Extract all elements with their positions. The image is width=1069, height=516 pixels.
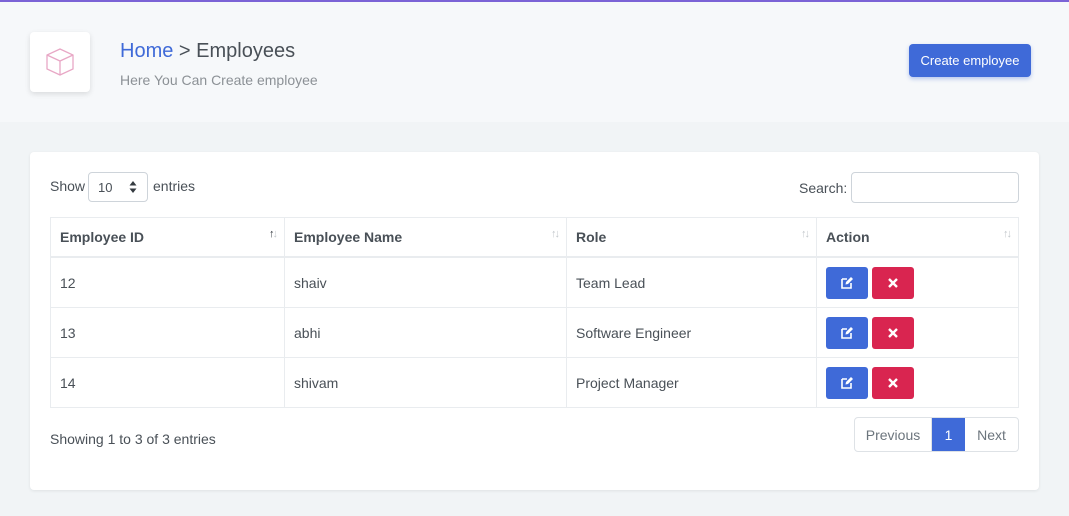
page-length-value: 10: [98, 180, 113, 195]
employee-role-cell: Software Engineer: [566, 307, 817, 358]
sort-icon: ↑↓: [1003, 228, 1012, 240]
delete-button[interactable]: [872, 266, 914, 299]
close-icon: [888, 327, 898, 338]
close-icon: [888, 277, 898, 288]
employee-name-cell: shivam: [284, 357, 567, 408]
close-icon: [888, 377, 898, 388]
select-arrows-icon: [129, 181, 137, 193]
employee-role-cell: Project Manager: [566, 357, 817, 408]
column-header-employee-name[interactable]: Employee Name ↑↓: [284, 217, 567, 258]
employees-card: Show 10 entries Search: Employee ID ↑↓ E…: [30, 152, 1039, 490]
action-cell: [816, 307, 1019, 358]
page-length-select[interactable]: 10: [88, 172, 148, 202]
employee-id-cell: 13: [50, 307, 285, 358]
page-title: Employees: [196, 40, 296, 62]
edit-icon: [841, 376, 853, 389]
table-row: 12 shaiv Team Lead: [50, 256, 1019, 308]
length-menu-suffix: entries: [153, 178, 196, 194]
page-1-button[interactable]: 1: [932, 418, 965, 451]
employee-role-cell: Team Lead: [566, 256, 817, 308]
edit-icon: [841, 276, 853, 289]
breadcrumb: Home > Employees: [120, 40, 295, 63]
sort-asc-icon: ↑↓: [269, 228, 278, 240]
employee-id-cell: 12: [50, 256, 285, 308]
table-header-row: Employee ID ↑↓ Employee Name ↑↓ Role ↑↓ …: [50, 217, 1019, 258]
page-header: Home > Employees Here You Can Create emp…: [0, 2, 1069, 122]
page-subtitle: Here You Can Create employee: [120, 72, 318, 88]
edit-button[interactable]: [826, 316, 868, 349]
breadcrumb-home-link[interactable]: Home: [120, 40, 173, 62]
action-cell: [816, 256, 1019, 308]
table-info: Showing 1 to 3 of 3 entries: [50, 431, 216, 447]
edit-icon: [841, 326, 853, 339]
create-employee-button[interactable]: Create employee: [909, 44, 1031, 77]
length-menu-prefix: Show: [50, 178, 86, 194]
delete-button[interactable]: [872, 316, 914, 349]
column-header-action[interactable]: Action ↑↓: [816, 217, 1019, 258]
employee-name-cell: abhi: [284, 307, 567, 358]
edit-button[interactable]: [826, 266, 868, 299]
employees-table: Employee ID ↑↓ Employee Name ↑↓ Role ↑↓ …: [50, 217, 1019, 408]
previous-page-button[interactable]: Previous: [855, 418, 932, 451]
delete-button[interactable]: [872, 366, 914, 399]
column-header-role[interactable]: Role ↑↓: [566, 217, 817, 258]
search-label: Search:: [799, 180, 848, 196]
sort-icon: ↑↓: [801, 228, 810, 240]
box-icon: [30, 32, 90, 92]
breadcrumb-separator: >: [178, 40, 191, 62]
sort-icon: ↑↓: [551, 228, 560, 240]
employee-name-cell: shaiv: [284, 256, 567, 308]
employee-id-cell: 14: [50, 357, 285, 408]
next-page-button[interactable]: Next: [965, 418, 1018, 451]
table-row: 13 abhi Software Engineer: [50, 307, 1019, 358]
column-header-employee-id[interactable]: Employee ID ↑↓: [50, 217, 285, 258]
action-cell: [816, 357, 1019, 408]
edit-button[interactable]: [826, 366, 868, 399]
search-input[interactable]: [851, 172, 1019, 203]
table-row: 14 shivam Project Manager: [50, 357, 1019, 408]
pagination: Previous 1 Next: [854, 417, 1019, 452]
